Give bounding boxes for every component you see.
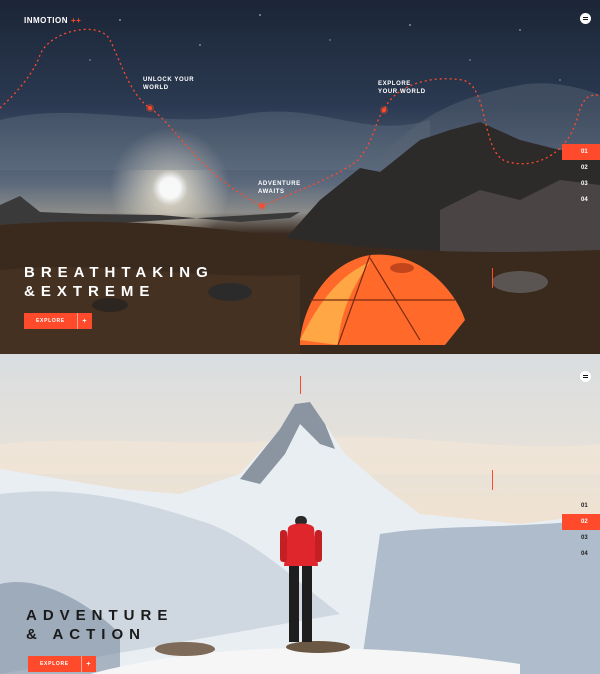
hotspot-label-unlock: UNLOCK YOUR WORLD [143, 77, 195, 91]
headline-line2: & ACTION [26, 626, 146, 643]
explore-button-label: EXPLORE [40, 661, 69, 667]
menu-icon-bar [583, 375, 588, 376]
slide-pagination: 01 02 03 04 [562, 144, 600, 208]
headline-line1: ADVENTURE [26, 607, 174, 624]
menu-button[interactable] [580, 371, 591, 382]
rock [492, 271, 548, 293]
page-item-01[interactable]: 01 [562, 498, 600, 514]
hero-slide-camping: INMOTION ++ UNLOCK YOUR WORLD ADVENTURE A… [0, 0, 600, 354]
plus-icon: + [80, 656, 96, 672]
plus-icon: + [76, 313, 92, 329]
rock-ledge [155, 642, 215, 656]
menu-button[interactable] [580, 13, 591, 24]
page-item-02[interactable]: 02 [562, 514, 600, 530]
explore-button-label: EXPLORE [36, 318, 65, 324]
hotspot-marker-explore[interactable] [380, 106, 388, 114]
rock-ledge [286, 641, 350, 653]
hero-headline: BREATHTAKING &EXTREME [24, 263, 214, 301]
page-item-04[interactable]: 04 [562, 546, 600, 562]
hero-slide-mountain: 01 02 03 04 ADVENTURE & ACTION EXPLORE + [0, 354, 600, 674]
page-item-03[interactable]: 03 [562, 530, 600, 546]
menu-icon-bar [583, 377, 588, 378]
hotspot-marker-unlock[interactable] [146, 104, 154, 112]
clouds [0, 111, 430, 170]
page-item-02[interactable]: 02 [562, 160, 600, 176]
page-item-01[interactable]: 01 [562, 144, 600, 160]
menu-icon-bar [583, 19, 588, 20]
hotspot-marker-adventure[interactable] [258, 202, 266, 210]
explore-button[interactable]: EXPLORE + [24, 313, 92, 329]
page-item-04[interactable]: 04 [562, 192, 600, 208]
hotspot-label-explore: EXPLORE YOUR WORLD [378, 81, 426, 95]
menu-icon-bar [583, 17, 588, 18]
headline-line1: BREATHTAKING [24, 264, 214, 281]
brand-logo[interactable]: INMOTION ++ [24, 16, 81, 25]
headline-line2: &EXTREME [24, 283, 156, 300]
brand-accent: ++ [71, 16, 82, 25]
explore-button[interactable]: EXPLORE + [28, 656, 96, 672]
brand-name: INMOTION [24, 16, 68, 25]
accent-line [300, 376, 301, 394]
hotspot-label-adventure: ADVENTURE AWAITS [258, 181, 301, 195]
accent-line [492, 470, 493, 490]
hero-headline: ADVENTURE & ACTION [26, 606, 173, 644]
page-item-03[interactable]: 03 [562, 176, 600, 192]
rock [208, 283, 252, 301]
accent-line [492, 268, 493, 288]
slide-pagination: 01 02 03 04 [562, 498, 600, 562]
stars [89, 14, 561, 81]
